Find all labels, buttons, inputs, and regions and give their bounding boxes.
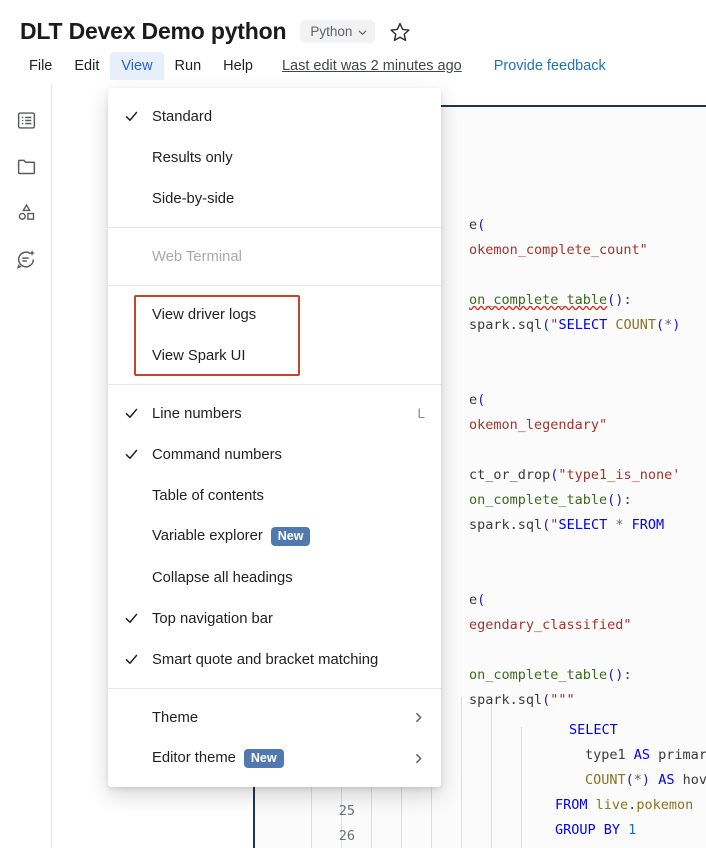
- code-line: e(: [469, 588, 485, 613]
- shapes-icon: [16, 202, 37, 228]
- menu-item-label: Line numbers: [152, 406, 407, 422]
- code-line: GROUP BY 1: [555, 818, 636, 843]
- menu-item-label: Standard: [152, 109, 425, 125]
- code-line: egendary_classified": [469, 613, 632, 638]
- code-line: spark.sql("SELECT * FROM: [469, 513, 672, 538]
- language-selector[interactable]: Python: [300, 20, 375, 43]
- menu-item-shortcut: L: [417, 406, 425, 421]
- menu-item-line-numbers[interactable]: Line numbers L: [108, 393, 441, 434]
- code-line: e(: [469, 388, 485, 413]
- chevron-right-icon: [411, 752, 425, 765]
- new-badge: New: [271, 527, 311, 546]
- code-line: on_complete_table():: [469, 488, 632, 513]
- menu-item-editor-theme[interactable]: Editor theme New: [108, 738, 441, 779]
- code-line: COUNT(*) AS hov: [585, 768, 706, 793]
- left-sidebar: [0, 84, 52, 848]
- page-title: DLT Devex Demo python: [20, 18, 286, 45]
- menu-edit[interactable]: Edit: [63, 52, 110, 80]
- menu-item-command-numbers[interactable]: Command numbers: [108, 434, 441, 475]
- menu-help[interactable]: Help: [212, 52, 264, 80]
- menu-item-standard[interactable]: Standard: [108, 96, 441, 137]
- code-line: okemon_complete_count": [469, 238, 648, 263]
- menu-item-label: Theme: [152, 710, 411, 726]
- code-line: on_complete_table():: [469, 288, 632, 313]
- menu-item-label: Web Terminal: [152, 249, 425, 265]
- menu-item-label: Top navigation bar: [152, 611, 425, 627]
- menu-run[interactable]: Run: [164, 52, 213, 80]
- menu-item-results-only[interactable]: Results only: [108, 137, 441, 178]
- menu-item-smart-quote-bracket-matching[interactable]: Smart quote and bracket matching: [108, 639, 441, 680]
- menu-item-label: Table of contents: [152, 488, 425, 504]
- title-row: DLT Devex Demo python Python: [20, 18, 411, 45]
- menu-item-label: Variable explorer New: [152, 527, 425, 546]
- menu-item-web-terminal: Web Terminal: [108, 236, 441, 277]
- menu-separator: [108, 285, 441, 286]
- code-line: ct_or_drop("type1_is_none': [469, 463, 680, 488]
- code-line: SELECT: [569, 718, 618, 743]
- code-line: FROM live.pokemon: [555, 793, 693, 818]
- menu-item-label: Side-by-side: [152, 191, 425, 207]
- code-line: e(: [469, 213, 485, 238]
- menu-item-table-of-contents[interactable]: Table of contents: [108, 475, 441, 516]
- menu-item-view-spark-ui[interactable]: View Spark UI: [108, 335, 441, 376]
- checkmark-icon: [124, 406, 152, 421]
- table-of-contents-icon: [16, 110, 37, 136]
- menu-item-theme[interactable]: Theme: [108, 697, 441, 738]
- checkmark-icon: [124, 652, 152, 667]
- menu-separator: [108, 227, 441, 228]
- assistant-icon: [15, 248, 37, 275]
- sidebar-item-folder[interactable]: [0, 146, 52, 192]
- sidebar-item-assistant[interactable]: [0, 238, 52, 284]
- sidebar-item-table-of-contents[interactable]: [0, 100, 52, 146]
- favorite-star-button[interactable]: [389, 21, 411, 43]
- new-badge: New: [244, 749, 284, 768]
- menu-file[interactable]: File: [18, 52, 63, 80]
- code-line: spark.sql("SELECT COUNT(*): [469, 313, 680, 338]
- view-menu-dropdown: Standard Results only Side-by-side Web T…: [108, 88, 441, 787]
- chevron-down-icon: [357, 26, 367, 36]
- notebook-window: 25 26 e( okemon_complete_count" on_compl…: [0, 0, 706, 848]
- menu-item-label: View driver logs: [152, 307, 425, 323]
- menu-item-label: Editor theme New: [152, 749, 411, 768]
- menu-bar: File Edit View Run Help Last edit was 2 …: [18, 52, 606, 80]
- menu-item-label: Smart quote and bracket matching: [152, 652, 425, 668]
- menu-item-collapse-all-headings[interactable]: Collapse all headings: [108, 557, 441, 598]
- menu-item-text: Variable explorer: [152, 528, 263, 544]
- menu-item-label: Results only: [152, 150, 425, 166]
- menu-item-text: Editor theme: [152, 750, 236, 766]
- chevron-right-icon: [411, 711, 425, 724]
- menu-item-top-navigation-bar[interactable]: Top navigation bar: [108, 598, 441, 639]
- star-outline-icon: [389, 30, 411, 47]
- code-line: type1 AS primar: [585, 743, 706, 768]
- menu-item-side-by-side[interactable]: Side-by-side: [108, 178, 441, 219]
- checkmark-icon: [124, 109, 152, 124]
- code-line: on_complete_table():: [469, 663, 632, 688]
- folder-icon: [16, 156, 37, 182]
- menu-item-label: View Spark UI: [152, 348, 425, 364]
- menu-separator: [108, 688, 441, 689]
- menu-item-view-driver-logs[interactable]: View driver logs: [108, 294, 441, 335]
- code-line: spark.sql(""": [469, 688, 575, 713]
- last-edit-status[interactable]: Last edit was 2 minutes ago: [282, 58, 462, 74]
- language-selector-label: Python: [310, 24, 352, 39]
- menu-separator: [108, 384, 441, 385]
- menu-view[interactable]: View: [110, 52, 163, 80]
- menu-item-label: Command numbers: [152, 447, 425, 463]
- checkmark-icon: [124, 611, 152, 626]
- checkmark-icon: [124, 447, 152, 462]
- code-line: okemon_legendary": [469, 413, 607, 438]
- menu-item-variable-explorer[interactable]: Variable explorer New: [108, 516, 441, 557]
- menu-item-label: Collapse all headings: [152, 570, 425, 586]
- provide-feedback-link[interactable]: Provide feedback: [494, 58, 606, 74]
- sidebar-item-schema[interactable]: [0, 192, 52, 238]
- notebook-header: DLT Devex Demo python Python File Edit V…: [0, 0, 706, 84]
